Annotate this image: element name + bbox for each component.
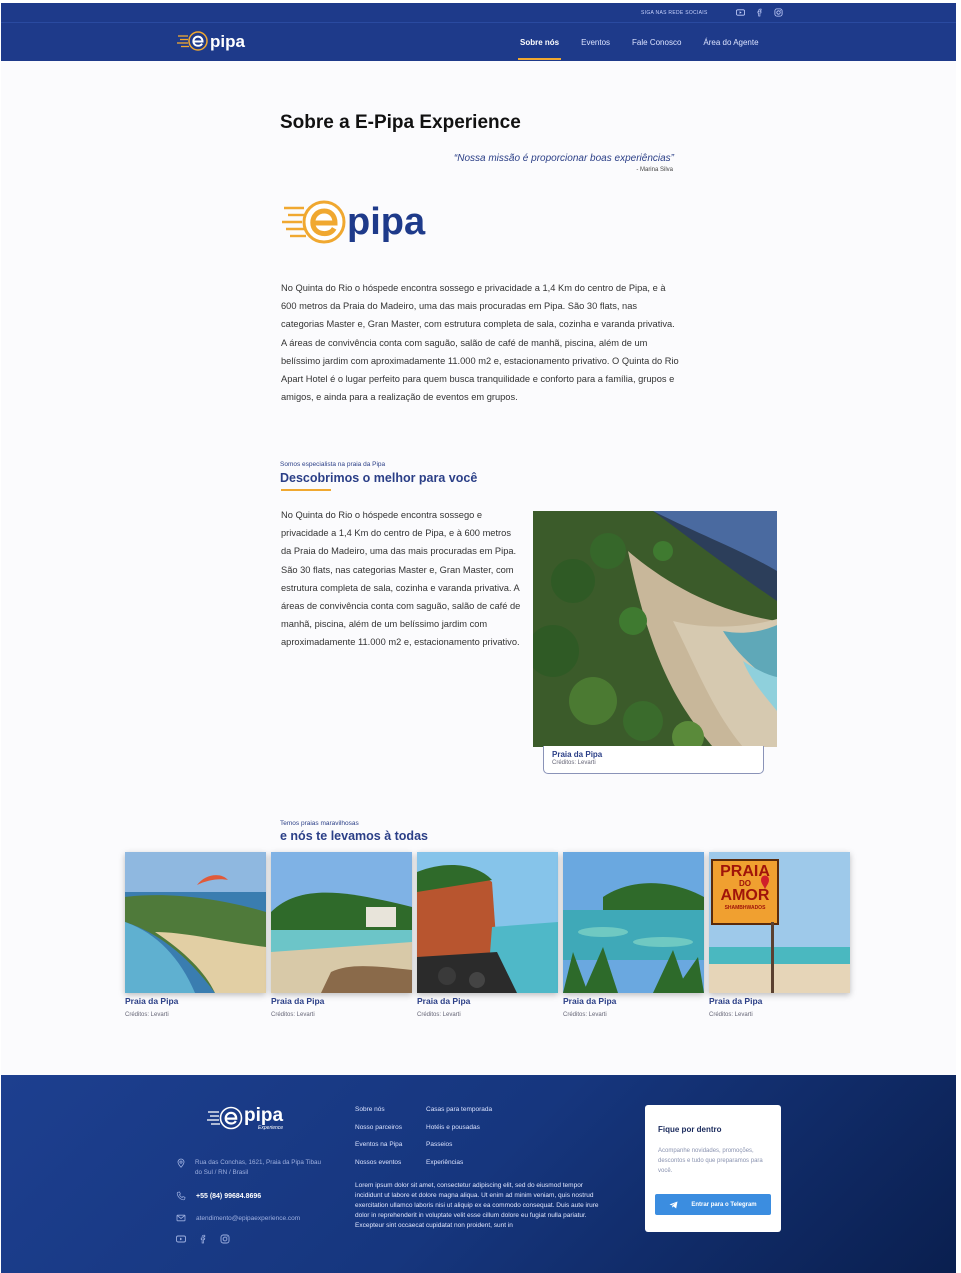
nav-menu: Sobre nós Eventos Fale Conosco Área do A… (501, 23, 781, 61)
praia-do-amor-sign: PRAIA DO AMOR SHAMBHWADOS (713, 864, 777, 911)
beach-card[interactable]: Praia da Pipa Créditos: Levarti (563, 852, 704, 1018)
youtube-icon[interactable] (736, 8, 745, 17)
footer-link-eventos-pipa[interactable]: Eventos na Pipa (355, 1141, 402, 1148)
about-logo: pipa (280, 198, 425, 246)
page-title: Sobre a E-Pipa Experience (280, 112, 521, 133)
footer-link-experiencias[interactable]: Experiências (426, 1159, 492, 1166)
site-footer: pipa Experience Rua das Conchas, 1621, P… (1, 1075, 956, 1273)
brand-logo-mark (177, 31, 208, 51)
footer-links-col1: Sobre nós Nosso parceiros Eventos na Pip… (355, 1106, 402, 1176)
main-navbar: pipa Sobre nós Eventos Fale Conosco Área… (1, 23, 956, 61)
top-social-icons (736, 8, 783, 17)
telegram-button[interactable]: Entrar para o Telegram (655, 1194, 771, 1215)
beach-photo (271, 852, 412, 993)
beach-card-credit: Créditos: Levarti (709, 1012, 753, 1018)
feature-caption: Praia da Pipa Créditos: Levarti (543, 746, 764, 774)
beach-card-credit: Créditos: Levarti (271, 1012, 315, 1018)
footer-link-hoteis[interactable]: Hotéis e pousadas (426, 1124, 492, 1131)
feature-caption-credit: Créditos: Levarti (552, 760, 596, 766)
mail-icon (176, 1214, 186, 1222)
footer-address: Rua das Conchas, 1621, Praia da Pipa Tib… (176, 1158, 325, 1178)
beach-kite-illustration (125, 852, 266, 993)
about-logo-text: pipa (347, 201, 426, 243)
footer-link-sobre-nos[interactable]: Sobre nós (355, 1106, 402, 1113)
footer-address-text: Rua das Conchas, 1621, Praia da Pipa Tib… (195, 1159, 322, 1176)
beach-village-illustration (271, 852, 412, 993)
beach-card[interactable]: Praia da Pipa Créditos: Levarti (125, 852, 266, 1018)
footer-logo-name: pipa (244, 1104, 284, 1126)
nav-item-eventos[interactable]: Eventos (581, 38, 610, 47)
beach-photo (563, 852, 704, 993)
newsletter-card: Fique por dentro Acompanhe novidades, pr… (645, 1105, 781, 1232)
beaches-kicker: Temos praias maravilhosas (280, 820, 359, 827)
beach-aerial-illustration (533, 511, 777, 747)
newsletter-text: Acompanhe novidades, promoções, desconto… (658, 1148, 763, 1174)
discover-underline (281, 489, 331, 491)
about-logo-mark (282, 200, 346, 244)
beach-card[interactable]: Praia da Pipa Créditos: Levarti (417, 852, 558, 1018)
youtube-icon[interactable] (176, 1234, 186, 1244)
beach-card-title: Praia da Pipa (125, 996, 179, 1006)
beach-cliff-illustration (417, 852, 558, 993)
footer-social-icons (176, 1234, 230, 1244)
beach-reef-illustration (563, 852, 704, 993)
beach-card-credit: Créditos: Levarti (417, 1012, 461, 1018)
footer-phone[interactable]: +55 (84) 99684.8696 (196, 1193, 261, 1200)
footer-logo-sub: Experience (258, 1124, 284, 1131)
discover-kicker: Somos especialista na praia da Pipa (280, 461, 386, 468)
footer-logo-mark (207, 1106, 243, 1130)
beach-card-title: Praia da Pipa (417, 996, 471, 1006)
discover-paragraph: No Quinta do Rio o hóspede encontra soss… (281, 510, 521, 648)
footer-link-casas[interactable]: Casas para temporada (426, 1106, 492, 1113)
sign-line: PRAIA (720, 863, 770, 880)
newsletter-title: Fique por dentro (658, 1125, 722, 1134)
instagram-icon[interactable] (220, 1234, 230, 1244)
nav-item-area-do-agente[interactable]: Área do Agente (703, 38, 758, 47)
footer-link-nossos-eventos[interactable]: Nossos eventos (355, 1159, 402, 1166)
footer-email-row: atendimento@epipaexperience.com (176, 1213, 300, 1223)
footer-logo[interactable]: pipa Experience (207, 1105, 283, 1131)
beach-card-title: Praia da Pipa (271, 996, 325, 1006)
brand-logo[interactable]: pipa (177, 30, 245, 52)
telegram-icon (669, 1200, 678, 1209)
social-label: SIGA NAS REDE SOCIAIS (641, 10, 708, 16)
footer-phone-row: +55 (84) 99684.8696 (176, 1191, 261, 1201)
about-paragraph: No Quinta do Rio o hóspede encontra soss… (281, 283, 679, 403)
discover-title: Descobrimos o melhor para você (280, 471, 478, 485)
footer-link-parceiros[interactable]: Nosso parceiros (355, 1124, 402, 1131)
facebook-icon[interactable] (198, 1234, 208, 1244)
beach-card-credit: Créditos: Levarti (563, 1012, 607, 1018)
beach-photo: PRAIA DO AMOR SHAMBHWADOS (709, 852, 850, 993)
footer-email[interactable]: atendimento@epipaexperience.com (196, 1215, 300, 1222)
footer-logo-text: pipa Experience (244, 1106, 283, 1131)
brand-name: pipa (210, 31, 245, 51)
top-bar: SIGA NAS REDE SOCIAIS (1, 3, 956, 23)
nav-item-fale-conosco[interactable]: Fale Conosco (632, 38, 681, 47)
beach-card-title: Praia da Pipa (709, 996, 763, 1006)
facebook-icon[interactable] (755, 8, 764, 17)
quote-author: - Marina Silva (636, 167, 673, 173)
mission-quote: “Nossa missão é proporcionar boas experi… (453, 153, 674, 164)
footer-description: Lorem ipsum dolor sit amet, consectetur … (355, 1182, 599, 1230)
sign-line: AMOR (720, 887, 770, 904)
sign-small: SHAMBHWADOS (724, 905, 766, 911)
nav-item-sobre-nos[interactable]: Sobre nós (517, 38, 562, 60)
beach-card[interactable]: PRAIA DO AMOR SHAMBHWADOS Praia da Pipa … (709, 852, 850, 1018)
beach-gallery: Praia da Pipa Créditos: Levarti Praia da… (125, 852, 850, 1018)
location-pin-icon (177, 1158, 185, 1168)
beach-photo (125, 852, 266, 993)
beach-photo (417, 852, 558, 993)
instagram-icon[interactable] (774, 8, 783, 17)
beach-card-title: Praia da Pipa (563, 996, 617, 1006)
beach-card-credit: Créditos: Levarti (125, 1012, 169, 1018)
feature-caption-title: Praia da Pipa (552, 750, 603, 759)
feature-beach-photo (533, 511, 777, 747)
footer-link-passeios[interactable]: Passeios (426, 1141, 492, 1148)
footer-links-col2: Casas para temporada Hotéis e pousadas P… (426, 1106, 492, 1176)
telegram-button-label: Entrar para o Telegram (691, 1201, 757, 1208)
beach-card[interactable]: Praia da Pipa Créditos: Levarti (271, 852, 412, 1018)
beaches-title: e nós te levamos à todas (280, 829, 428, 843)
phone-icon (176, 1191, 186, 1201)
